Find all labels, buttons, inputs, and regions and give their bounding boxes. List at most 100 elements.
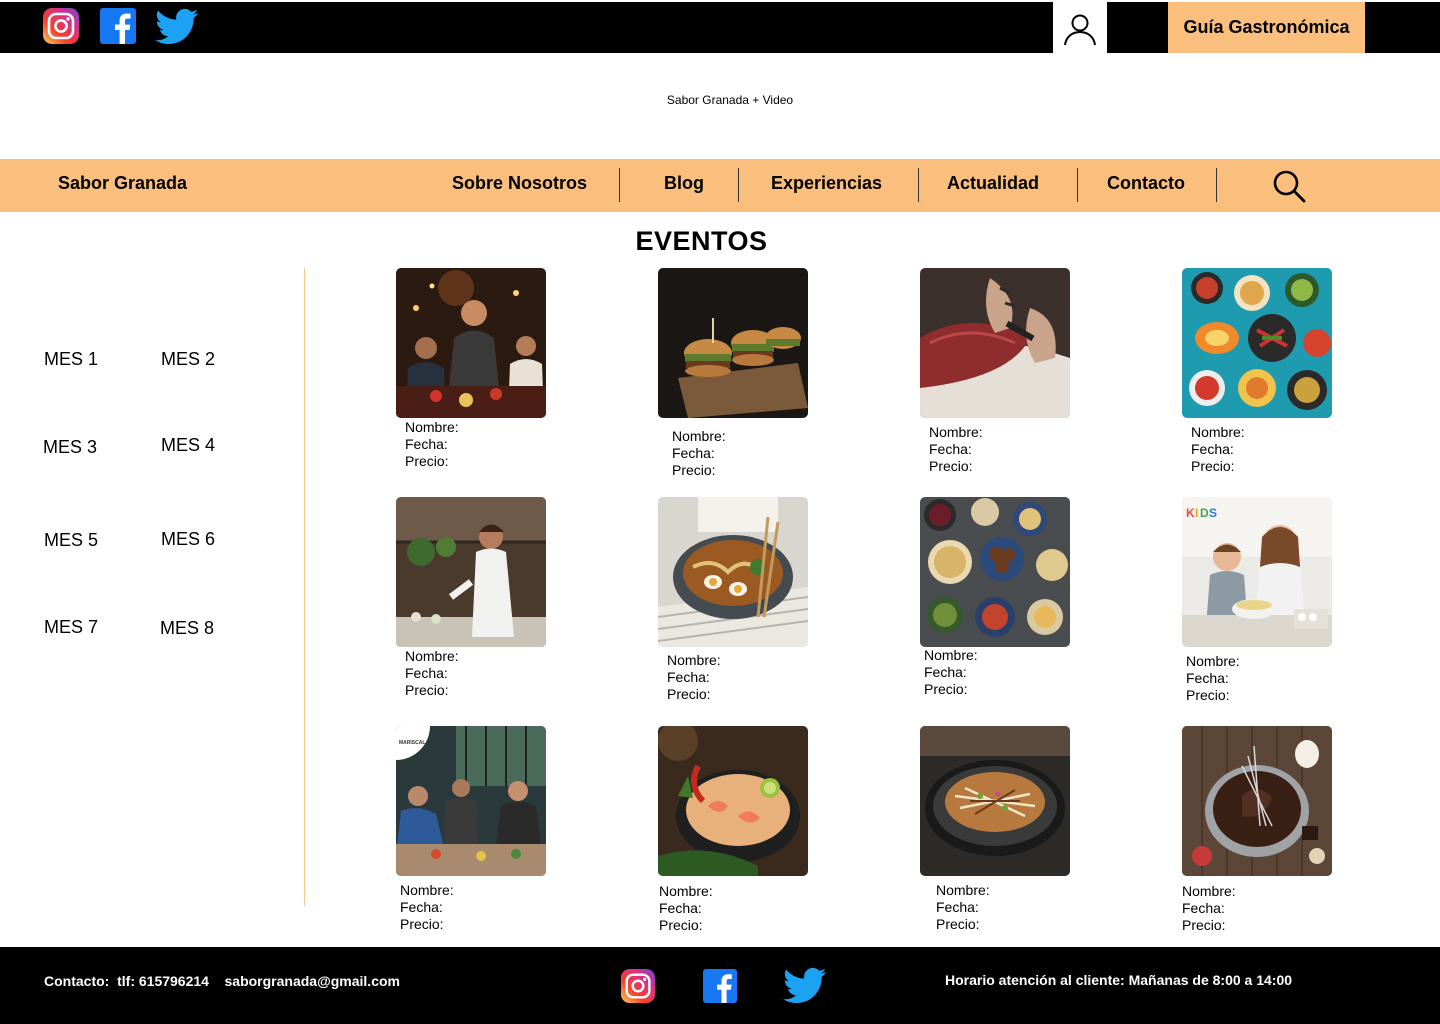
event-date-label: Fecha: [405, 665, 448, 681]
event-date-label: Fecha: [400, 899, 443, 915]
event-date-label: Fecha: [924, 664, 967, 680]
nav-divider [918, 168, 919, 202]
svg-text:D: D [1200, 506, 1209, 520]
event-info: Nombre: Fecha: Precio: [667, 652, 721, 703]
event-price-label: Precio: [1191, 458, 1235, 474]
nav-divider [619, 168, 620, 202]
month-link-7[interactable]: MES 7 [44, 617, 98, 638]
nav-item-actualidad[interactable]: Actualidad [947, 173, 1039, 194]
month-link-3[interactable]: MES 3 [43, 437, 97, 458]
event-date-label: Fecha: [1182, 900, 1225, 916]
month-link-6[interactable]: MES 6 [161, 529, 215, 550]
sidebar-divider [304, 268, 305, 906]
event-image-chocolate-baking[interactable] [1182, 726, 1332, 876]
event-price-label: Precio: [1186, 687, 1230, 703]
event-price-label: Precio: [400, 916, 444, 932]
month-link-4[interactable]: MES 4 [161, 435, 215, 456]
gastronomic-guide-button[interactable]: Guía Gastronómica [1168, 2, 1365, 53]
event-name-label: Nombre: [1191, 424, 1245, 440]
user-icon [1064, 14, 1096, 45]
event-price-label: Precio: [405, 453, 449, 469]
event-image-ramen[interactable] [658, 497, 808, 647]
svg-text:I: I [1195, 506, 1198, 520]
event-price-label: Precio: [405, 682, 449, 698]
facebook-icon[interactable] [100, 8, 136, 44]
event-info: Nombre: Fecha: Precio: [1191, 424, 1245, 475]
nav-divider [738, 168, 739, 202]
month-link-1[interactable]: MES 1 [44, 349, 98, 370]
month-link-8[interactable]: MES 8 [160, 618, 214, 639]
footer-contact: Contacto: tlf: 615796214 saborgranada@gm… [44, 973, 400, 989]
event-image-christmas-dinner[interactable] [396, 268, 546, 418]
event-image-tuna[interactable] [920, 268, 1070, 418]
nav-divider [1077, 168, 1078, 202]
event-info: Nombre: Fecha: Precio: [405, 419, 459, 470]
nav-item-contacto[interactable]: Contacto [1107, 173, 1185, 194]
page-title: EVENTOS [635, 226, 768, 256]
event-image-chef-serving[interactable] [396, 497, 546, 647]
event-date-label: Fecha: [672, 445, 715, 461]
svg-text:S: S [1209, 506, 1217, 520]
twitter-icon[interactable] [783, 967, 827, 1005]
event-name-label: Nombre: [929, 424, 983, 440]
user-account-button[interactable] [1053, 2, 1107, 55]
event-name-label: Nombre: [405, 419, 459, 435]
event-price-label: Precio: [667, 686, 711, 702]
event-image-tom-yum[interactable] [658, 726, 808, 876]
nav-item-experiencias[interactable]: Experiencias [771, 173, 882, 194]
event-name-label: Nombre: [400, 882, 454, 898]
event-image-mexican-dishes[interactable] [1182, 268, 1332, 418]
event-price-label: Precio: [924, 681, 968, 697]
event-date-label: Fecha: [405, 436, 448, 452]
event-name-label: Nombre: [924, 647, 978, 663]
event-date-label: Fecha: [1191, 441, 1234, 457]
hero-video-caption: Sabor Granada + Video [666, 93, 794, 107]
event-info: Nombre: Fecha: Precio: [924, 647, 978, 698]
event-image-okonomiyaki[interactable] [920, 726, 1070, 876]
event-image-sliders[interactable] [658, 268, 808, 418]
month-link-2[interactable]: MES 2 [161, 349, 215, 370]
main-nav: Sabor Granada Sobre Nosotros Blog Experi… [0, 159, 1440, 212]
page: Guía Gastronómica Sabor Granada + Video … [0, 0, 1440, 1024]
event-info: Nombre: Fecha: Precio: [672, 428, 726, 479]
event-info: Nombre: Fecha: Precio: [929, 424, 983, 475]
twitter-icon[interactable] [155, 7, 199, 47]
svg-text:K: K [1186, 506, 1195, 520]
event-name-label: Nombre: [1182, 883, 1236, 899]
month-link-5[interactable]: MES 5 [44, 530, 98, 551]
event-name-label: Nombre: [672, 428, 726, 444]
event-name-label: Nombre: [667, 652, 721, 668]
event-price-label: Precio: [672, 462, 716, 478]
event-image-middle-eastern[interactable] [920, 497, 1070, 647]
event-date-label: Fecha: [659, 900, 702, 916]
event-date-label: Fecha: [1186, 670, 1229, 686]
event-name-label: Nombre: [405, 648, 459, 664]
facebook-icon[interactable] [702, 969, 738, 1003]
event-info: Nombre: Fecha: Precio: [405, 648, 459, 699]
event-date-label: Fecha: [667, 669, 710, 685]
event-info: Nombre: Fecha: Precio: [936, 882, 990, 933]
event-name-label: Nombre: [659, 883, 713, 899]
event-info: Nombre: Fecha: Precio: [1182, 883, 1236, 934]
svg-text:MARISCAL: MARISCAL [399, 740, 425, 746]
event-image-kids-cooking[interactable]: K I D S [1182, 497, 1332, 647]
event-price-label: Precio: [1182, 917, 1226, 933]
event-info: Nombre: Fecha: Precio: [659, 883, 713, 934]
nav-item-sobre-nosotros[interactable]: Sobre Nosotros [452, 173, 587, 194]
event-date-label: Fecha: [936, 899, 979, 915]
event-price-label: Precio: [936, 916, 980, 932]
search-icon[interactable] [1271, 168, 1307, 204]
event-info: Nombre: Fecha: Precio: [1186, 653, 1240, 704]
event-name-label: Nombre: [1186, 653, 1240, 669]
footer-hours: Horario atención al cliente: Mañanas de … [945, 972, 1293, 988]
event-name-label: Nombre: [936, 882, 990, 898]
event-info: Nombre: Fecha: Precio: [400, 882, 454, 933]
event-date-label: Fecha: [929, 441, 972, 457]
instagram-icon[interactable] [43, 8, 79, 44]
nav-item-blog[interactable]: Blog [664, 173, 704, 194]
event-image-cooking-class[interactable]: MARISCAL [396, 726, 546, 876]
nav-divider [1216, 168, 1217, 202]
instagram-icon[interactable] [620, 969, 656, 1003]
event-price-label: Precio: [929, 458, 973, 474]
brand-link[interactable]: Sabor Granada [58, 173, 187, 194]
